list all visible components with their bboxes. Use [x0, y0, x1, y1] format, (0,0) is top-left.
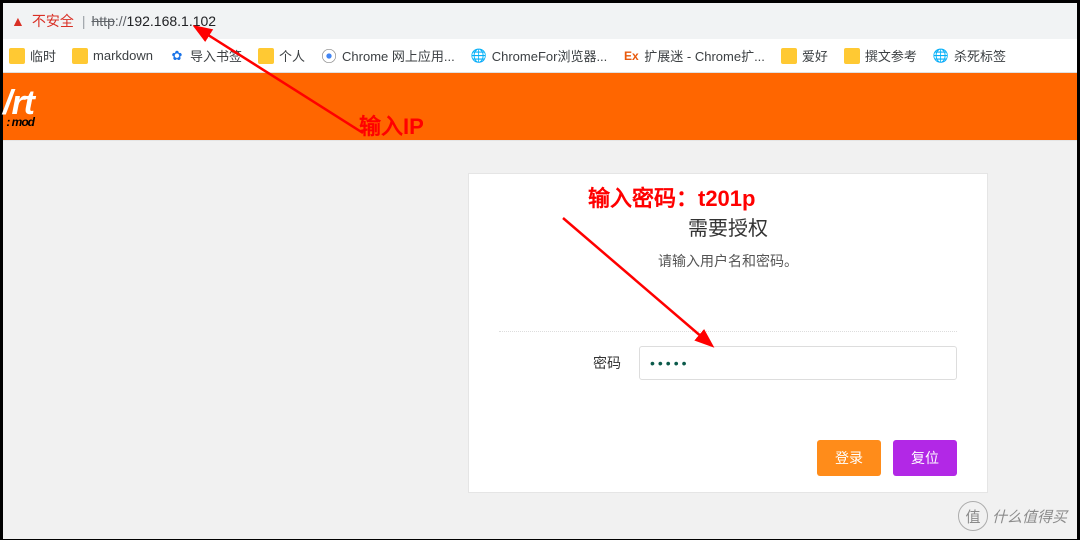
bookmark-label: 临时: [30, 46, 56, 65]
password-label: 密码: [499, 353, 639, 373]
folder-icon: [844, 48, 860, 64]
logo: /rt : mod: [3, 86, 34, 128]
url-separator: ://: [115, 13, 127, 29]
card-subtitle: 请输入用户名和密码。: [499, 251, 957, 271]
bookmark-label: Chrome 网上应用...: [342, 46, 455, 65]
gear-icon: ✿: [169, 48, 185, 64]
reset-button[interactable]: 复位: [893, 440, 957, 476]
bookmark-label: markdown: [93, 48, 153, 63]
globe-icon: 🌐: [471, 48, 487, 64]
password-input[interactable]: [639, 346, 957, 380]
bookmarks-bar: 临时 markdown ✿ 导入书签 个人 Chrome 网上应用... 🌐 Chr…: [3, 39, 1077, 73]
password-field-row: 密码: [499, 331, 957, 380]
card-title: 需要授权: [499, 212, 957, 241]
login-button[interactable]: 登录: [817, 440, 881, 476]
bookmark-item[interactable]: 爱好: [781, 46, 828, 65]
folder-icon: [258, 48, 274, 64]
app-header: /rt : mod: [3, 73, 1077, 141]
bookmark-item[interactable]: 🌐 杀死标签: [933, 46, 1006, 65]
logo-sub: : mod: [3, 116, 34, 128]
watermark-icon: 值: [958, 501, 988, 531]
bookmark-item[interactable]: 个人: [258, 46, 305, 65]
address-bar[interactable]: ▲ 不安全 | http://192.168.1.102: [3, 3, 1077, 39]
bookmark-item[interactable]: Chrome 网上应用...: [321, 46, 455, 65]
bookmark-label: 撰文参考: [865, 46, 917, 65]
bookmark-item[interactable]: 🌐 ChromeFor浏览器...: [471, 46, 608, 65]
watermark-text: 什么值得买: [992, 506, 1067, 527]
globe-icon: 🌐: [933, 48, 949, 64]
page-body: 需要授权 请输入用户名和密码。 密码 登录 复位: [3, 141, 1077, 539]
bookmark-item[interactable]: markdown: [72, 48, 153, 64]
button-row: 登录 复位: [499, 440, 957, 476]
url-protocol: http: [92, 13, 115, 29]
watermark: 值 什么值得买: [958, 501, 1067, 531]
login-card: 需要授权 请输入用户名和密码。 密码 登录 复位: [468, 173, 988, 493]
folder-icon: [72, 48, 88, 64]
bookmark-label: 扩展迷 - Chrome扩...: [644, 46, 765, 65]
folder-icon: [781, 48, 797, 64]
bookmark-item[interactable]: 临时: [9, 46, 56, 65]
ex-icon: Ex: [623, 48, 639, 64]
chrome-icon: [321, 48, 337, 64]
folder-icon: [9, 48, 25, 64]
url-host: 192.168.1.102: [127, 13, 217, 29]
bookmark-label: ChromeFor浏览器...: [492, 46, 608, 65]
bookmark-item[interactable]: ✿ 导入书签: [169, 46, 242, 65]
insecure-label: 不安全: [32, 11, 74, 31]
bookmark-label: 爱好: [802, 46, 828, 65]
bookmark-item[interactable]: 撰文参考: [844, 46, 917, 65]
bookmark-label: 杀死标签: [954, 46, 1006, 65]
bookmark-label: 导入书签: [190, 46, 242, 65]
divider: |: [82, 13, 86, 29]
bookmark-label: 个人: [279, 46, 305, 65]
bookmark-item[interactable]: Ex 扩展迷 - Chrome扩...: [623, 46, 765, 65]
warning-icon: ▲: [11, 13, 25, 29]
